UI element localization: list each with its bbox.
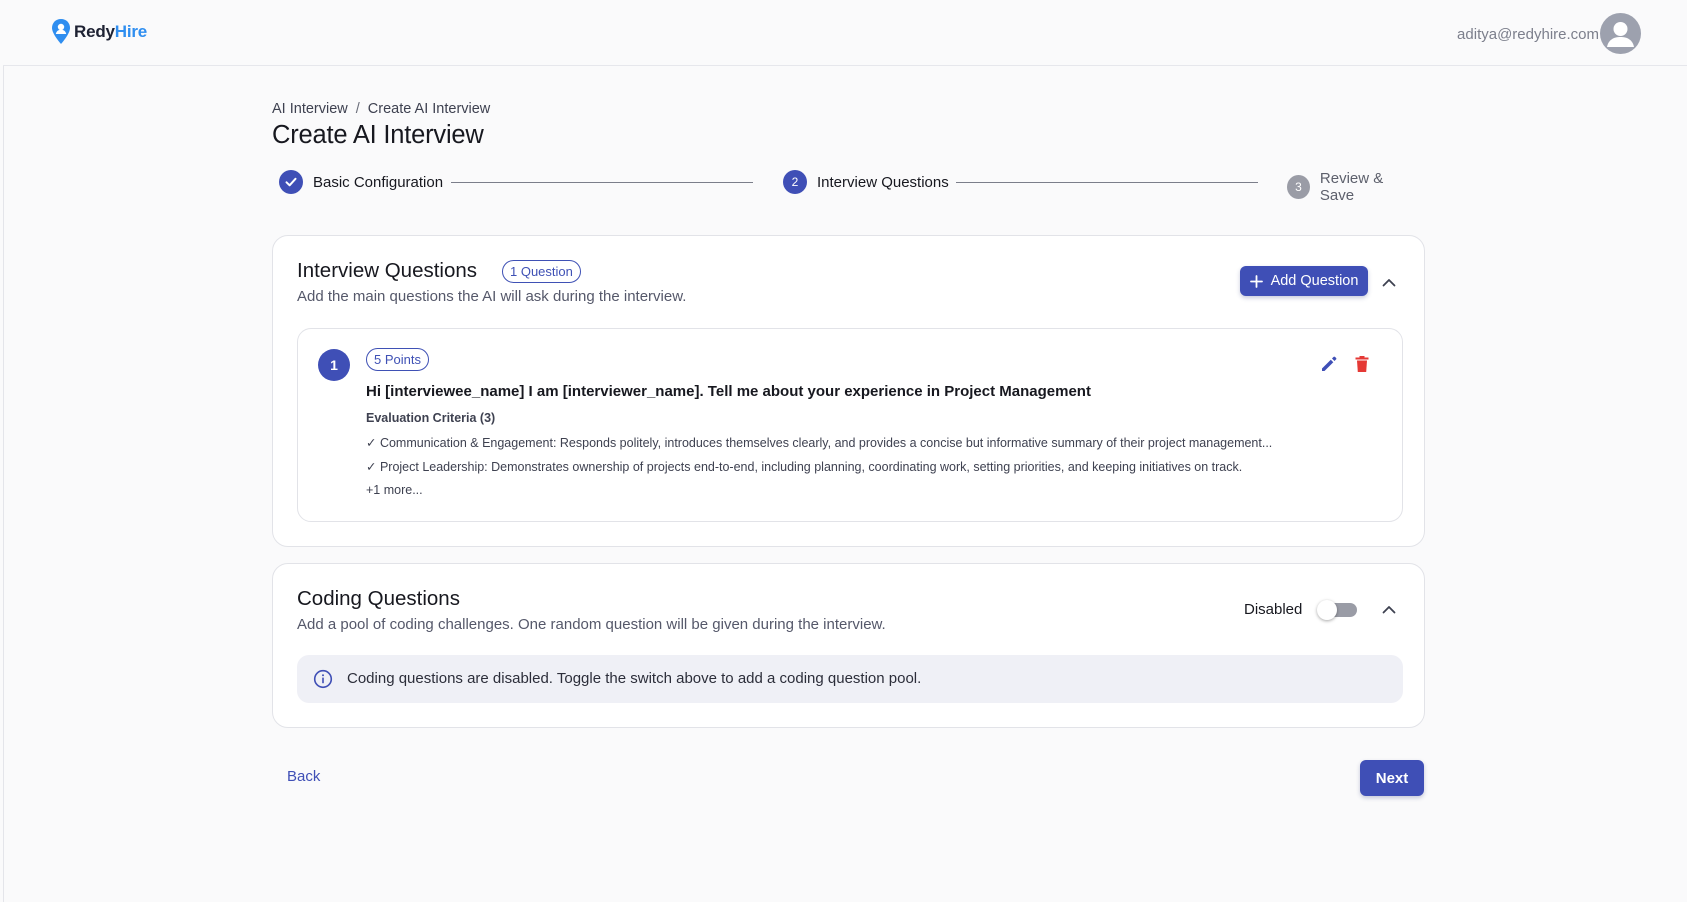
stepper: Basic Configuration 2 Interview Question… <box>279 170 1417 204</box>
info-text: Coding questions are disabled. Toggle th… <box>347 670 922 687</box>
breadcrumb-item-ai-interview[interactable]: AI Interview <box>272 101 348 117</box>
section-subtitle: Add the main questions the AI will ask d… <box>297 288 687 305</box>
add-question-button[interactable]: Add Question <box>1240 266 1368 296</box>
question-text: Hi [interviewee_name] I am [interviewer_… <box>366 383 1091 400</box>
back-button[interactable]: Back <box>287 768 320 785</box>
breadcrumb-item-create: Create AI Interview <box>367 101 491 117</box>
points-badge: 5 Points <box>366 348 429 371</box>
top-bar: RedyHire aditya@redyhire.com <box>3 1 1687 66</box>
breadcrumb: AI Interview / Create AI Interview <box>272 101 490 117</box>
user-avatar-icon[interactable] <box>1600 13 1641 54</box>
step-label: Basic Configuration <box>313 173 444 191</box>
interview-questions-card: Interview Questions 1 Question Add the m… <box>272 235 1425 547</box>
question-number: 1 <box>318 349 350 381</box>
coding-questions-toggle[interactable] <box>1317 600 1357 620</box>
question-item[interactable]: 1 5 Points Hi [interviewee_name] I am [i… <box>297 328 1403 522</box>
add-question-label: Add Question <box>1270 273 1359 289</box>
more-criteria-link[interactable]: +1 more... <box>366 483 423 497</box>
step-review-save[interactable]: 3 Review & Save <box>1287 170 1417 204</box>
section-title: Interview Questions <box>297 259 478 282</box>
step-interview-questions[interactable]: 2 Interview Questions <box>783 170 949 194</box>
step-basic-configuration[interactable]: Basic Configuration <box>279 170 443 194</box>
step-connector <box>956 182 1258 183</box>
step-label: Review & Save <box>1319 170 1384 204</box>
toggle-knob <box>1317 600 1337 620</box>
chevron-up-icon[interactable] <box>1380 273 1398 291</box>
page-title: Create AI Interview <box>272 121 484 149</box>
criteria-item: ✓ Communication & Engagement: Responds p… <box>366 436 1273 450</box>
coding-questions-card: Coding Questions Add a pool of coding ch… <box>272 563 1425 728</box>
logo[interactable]: RedyHire <box>51 18 147 46</box>
next-button[interactable]: Next <box>1360 760 1424 796</box>
step-label: Interview Questions <box>817 173 949 191</box>
coding-toggle-label: Disabled <box>1244 601 1303 618</box>
evaluation-criteria-title: Evaluation Criteria (3) <box>366 411 496 425</box>
step-number: 3 <box>1287 175 1310 199</box>
criteria-item: ✓ Project Leadership: Demonstrates owner… <box>366 460 1243 474</box>
check-icon <box>279 170 303 194</box>
chevron-up-icon[interactable] <box>1380 600 1398 618</box>
step-connector <box>451 182 753 183</box>
step-number: 2 <box>783 170 807 194</box>
logo-pin-icon <box>52 19 70 44</box>
question-count-badge: 1 Question <box>502 260 581 283</box>
user-email: aditya@redyhire.com <box>1457 26 1599 43</box>
coding-disabled-info: Coding questions are disabled. Toggle th… <box>297 655 1403 703</box>
breadcrumb-separator: / <box>355 101 360 117</box>
section-title: Coding Questions <box>297 587 460 610</box>
section-subtitle: Add a pool of coding challenges. One ran… <box>297 616 886 633</box>
logo-text: RedyHire <box>74 22 148 41</box>
plus-icon <box>1249 274 1263 288</box>
next-label: Next <box>1375 769 1409 787</box>
info-icon <box>313 669 333 694</box>
delete-icon[interactable] <box>1351 353 1373 375</box>
edit-icon[interactable] <box>1318 353 1340 375</box>
